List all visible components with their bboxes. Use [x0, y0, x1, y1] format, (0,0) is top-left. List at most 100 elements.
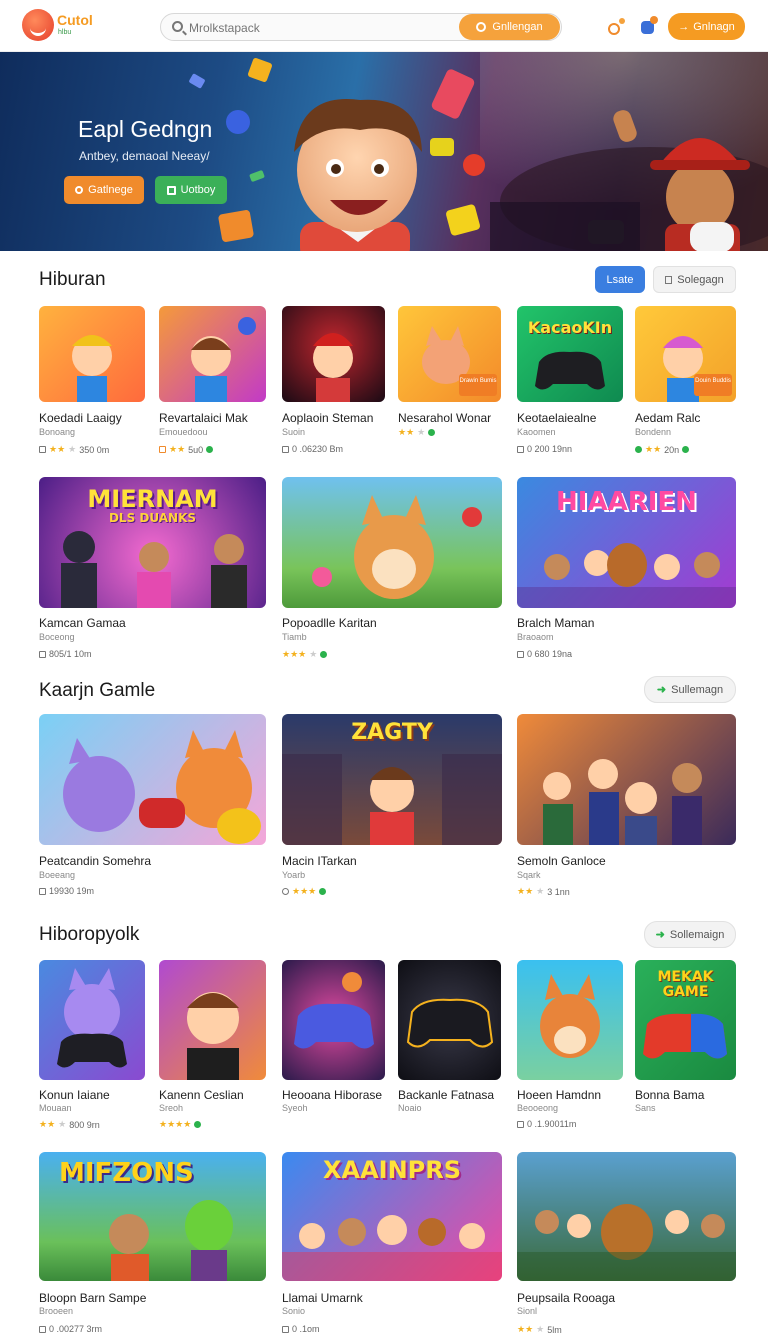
game-title[interactable]: Peupsaila Rooaga: [517, 1291, 615, 1305]
logo-icon[interactable]: [22, 9, 54, 41]
players-icon: [517, 650, 524, 658]
game-thumbnail[interactable]: [39, 960, 145, 1080]
game-meta-text: 0 .00277 3rm: [49, 1324, 103, 1334]
game-meta-text: 805/1 10m: [49, 649, 92, 659]
gamepad-icon[interactable]: [606, 15, 628, 37]
game-thumbnail[interactable]: [282, 960, 385, 1080]
game-meta-text: 800 9rn: [69, 1119, 100, 1130]
game-category: Sans: [635, 1103, 656, 1113]
signup-button[interactable]: → Gnlnagn: [668, 13, 745, 40]
game-meta: 805/1 10m: [39, 649, 92, 659]
game-thumbnail[interactable]: [159, 306, 266, 402]
game-thumbnail[interactable]: [39, 306, 145, 402]
game-thumbnail[interactable]: ZAGTY: [282, 714, 502, 845]
status-dot: [206, 446, 214, 453]
game-banner-text: MIERNAM: [87, 485, 218, 513]
see-all-label: Sullemagn: [671, 683, 724, 696]
popular-button[interactable]: Solegagn: [653, 266, 736, 293]
game-thumbnail[interactable]: MEKAK GAME: [635, 960, 736, 1080]
rating-stars: ★★: [398, 427, 415, 437]
players-icon: [39, 887, 46, 895]
game-thumbnail[interactable]: Douin Buddis: [635, 306, 736, 402]
popular-button-label: Solegagn: [677, 273, 724, 286]
game-thumbnail[interactable]: [282, 477, 502, 608]
game-banner-text: KacaoKIn: [527, 318, 613, 337]
players-icon: [282, 888, 289, 895]
promo-badge: Douin Buddis: [694, 374, 732, 396]
game-title[interactable]: Koedadi Laaigy: [39, 411, 122, 425]
players-icon: [39, 1325, 46, 1333]
game-title[interactable]: Bralch Maman: [517, 616, 594, 630]
section-title: Hiboropyolk: [39, 924, 140, 945]
game-title[interactable]: Backanle Fatnasa: [398, 1088, 494, 1102]
players-icon: [39, 446, 46, 453]
section-title: Hiburan: [39, 269, 106, 290]
see-all-button[interactable]: ➜ Sollemaign: [644, 921, 736, 948]
game-meta: ★★★: [398, 427, 436, 438]
game-title[interactable]: Heooana Hiborase: [282, 1088, 382, 1102]
game-meta: ★★ ★ 5lm: [517, 1324, 562, 1335]
section-title: Kaarjn Gamle: [39, 680, 156, 701]
game-category: Beooeong: [517, 1103, 559, 1113]
game-category: Bonoang: [39, 427, 76, 437]
game-title[interactable]: Aoplaoin Steman: [282, 411, 373, 425]
game-category: Bondenn: [635, 427, 672, 437]
game-thumbnail[interactable]: [398, 960, 501, 1080]
game-title[interactable]: Revartalaici Mak: [159, 411, 248, 425]
game-category: Emouedoou: [159, 427, 208, 437]
game-category: Mouaan: [39, 1103, 72, 1113]
game-meta-text: 350 0m: [79, 444, 110, 455]
filter-icon: [665, 275, 673, 284]
game-title[interactable]: Konun Iaiane: [39, 1088, 110, 1102]
game-meta: ★★★★: [282, 649, 328, 660]
game-category: Sionl: [517, 1306, 538, 1316]
search-button[interactable]: Gnllengan: [459, 14, 560, 40]
game-title[interactable]: Bloopn Barn Sampe: [39, 1291, 146, 1305]
game-title[interactable]: Hoeen Hamdnn: [517, 1088, 601, 1102]
game-thumbnail[interactable]: XAAINPRS: [282, 1152, 502, 1281]
game-title[interactable]: Peatcandin Somehra: [39, 854, 151, 868]
game-title[interactable]: Nesarahol Wonar: [398, 411, 491, 425]
game-thumbnail[interactable]: HIAARIEN: [517, 477, 736, 608]
game-banner-text: MEKAK GAME: [657, 969, 714, 1000]
game-thumbnail[interactable]: [517, 1152, 736, 1281]
game-category: Sqark: [517, 870, 541, 880]
game-title[interactable]: Kamcan Gamaa: [39, 616, 126, 630]
game-meta-text: 20n: [664, 444, 680, 455]
game-title[interactable]: Aedam Ralc: [635, 411, 700, 425]
game-meta-text: 0 .1.90011m: [527, 1119, 577, 1129]
game-thumbnail[interactable]: KacaoKIn: [517, 306, 623, 402]
search-bar: Gnllengan: [160, 13, 562, 41]
rating-stars: ★★: [49, 444, 66, 454]
game-thumbnail[interactable]: Drawin Bumis: [398, 306, 501, 402]
game-meta: 0 200 19nn: [517, 444, 572, 454]
game-title[interactable]: Llamai Umarnk: [282, 1291, 363, 1305]
game-thumbnail[interactable]: [517, 960, 623, 1080]
game-thumbnail[interactable]: [159, 960, 266, 1080]
game-thumbnail[interactable]: MIFZONS: [39, 1152, 266, 1281]
search-input[interactable]: [189, 18, 449, 38]
latest-button[interactable]: Lsate: [595, 266, 645, 293]
game-meta: ★★ 20n: [635, 444, 690, 455]
game-title[interactable]: Bonna Bama: [635, 1088, 704, 1102]
hero-secondary-button[interactable]: Uotboy: [155, 176, 227, 204]
game-title[interactable]: Kanenn Ceslian: [159, 1088, 244, 1102]
hero-primary-label: Gatlnege: [88, 184, 133, 196]
game-title[interactable]: Macin ITarkan: [282, 854, 357, 868]
game-title[interactable]: Semoln Ganloce: [517, 854, 606, 868]
game-thumbnail[interactable]: [517, 714, 736, 845]
game-thumbnail[interactable]: MIERNAM DLS DUANKS: [39, 477, 266, 608]
gift-icon: [166, 185, 176, 195]
game-banner-subtext: DLS DUANKS: [108, 511, 197, 525]
game-thumbnail[interactable]: [39, 714, 266, 845]
game-category: Braoaom: [517, 632, 554, 642]
see-all-button[interactable]: ➜ Sullemagn: [644, 676, 736, 703]
notification-icon[interactable]: [637, 14, 659, 36]
game-title[interactable]: Popoadlle Karitan: [282, 616, 377, 630]
logo-text[interactable]: Cutol: [57, 13, 97, 27]
hero-primary-button[interactable]: Gatlnege: [64, 176, 144, 204]
game-thumbnail[interactable]: [282, 306, 385, 402]
players-icon: [39, 650, 46, 658]
game-title[interactable]: Keotaelaiealne: [517, 411, 596, 425]
game-meta-text: 0 .1om: [292, 1324, 320, 1334]
